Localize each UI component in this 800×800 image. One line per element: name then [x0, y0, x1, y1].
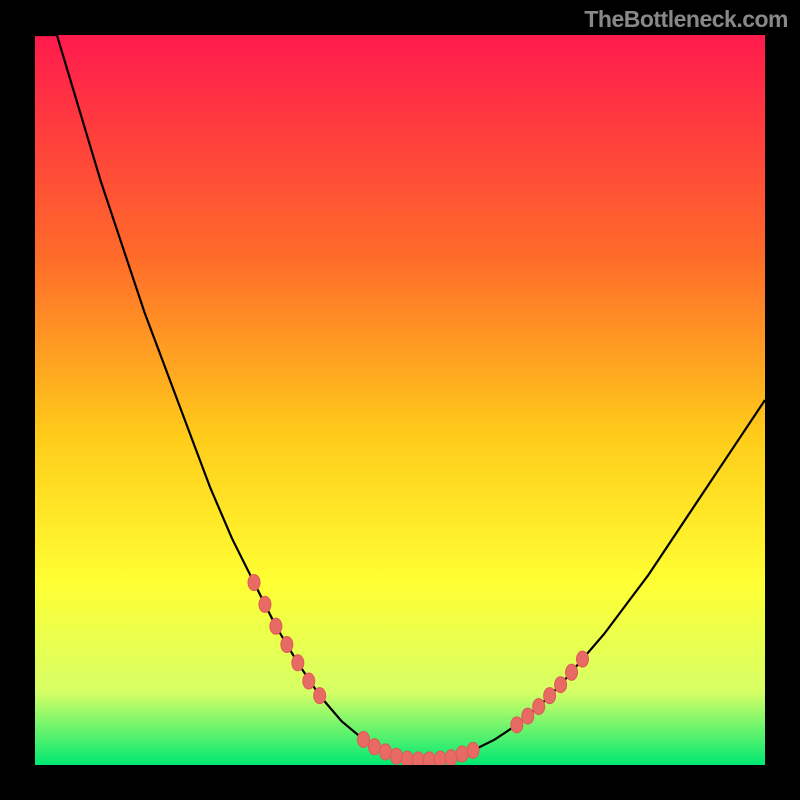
data-marker [412, 752, 424, 765]
data-marker [259, 596, 271, 612]
data-marker [511, 717, 523, 733]
data-marker [270, 618, 282, 634]
data-marker [248, 575, 260, 591]
data-marker [445, 750, 457, 765]
data-marker [533, 699, 545, 715]
chart-frame: TheBottleneck.com [0, 0, 800, 800]
data-marker [434, 751, 446, 765]
data-marker [390, 748, 402, 764]
data-marker [423, 752, 435, 765]
data-marker [577, 651, 589, 667]
data-marker [303, 673, 315, 689]
data-marker [401, 751, 413, 765]
data-marker [522, 708, 534, 724]
data-marker [358, 731, 370, 747]
data-marker [379, 744, 391, 760]
watermark-text: TheBottleneck.com [584, 6, 788, 33]
data-marker [467, 742, 479, 758]
gradient-background [35, 35, 765, 765]
data-marker [555, 677, 567, 693]
data-marker [314, 688, 326, 704]
data-marker [292, 655, 304, 671]
data-marker [566, 664, 578, 680]
data-marker [368, 739, 380, 755]
data-marker [456, 746, 468, 762]
data-marker [281, 637, 293, 653]
data-marker [544, 688, 556, 704]
plot-area [35, 35, 765, 765]
plot-svg [35, 35, 765, 765]
